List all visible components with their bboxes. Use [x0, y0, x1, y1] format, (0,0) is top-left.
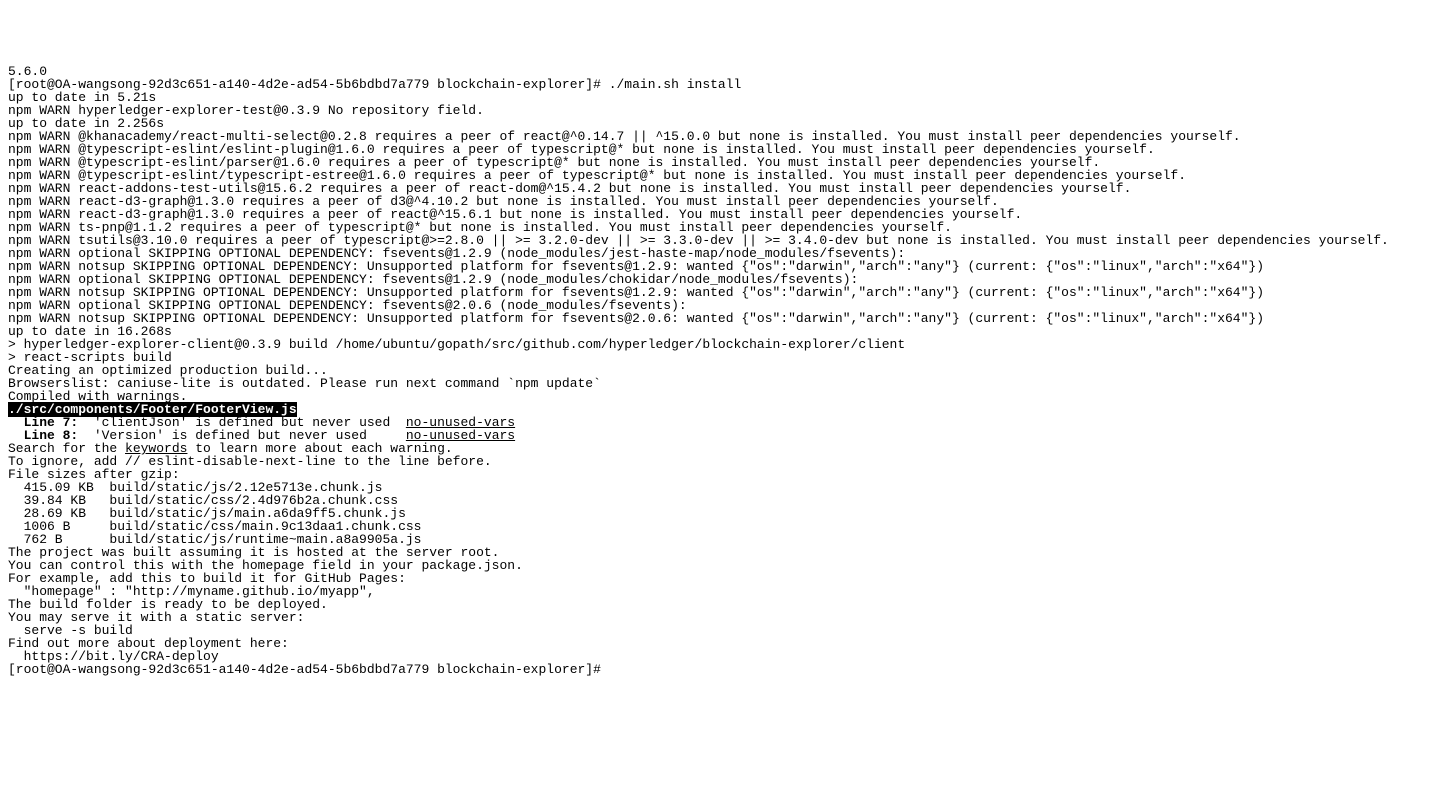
log-line: [root@OA-wangsong-92d3c651-a140-4d2e-ad5…: [8, 78, 1434, 91]
log-line: Find out more about deployment here:: [8, 637, 1434, 650]
log-line: > hyperledger-explorer-client@0.3.9 buil…: [8, 338, 1434, 351]
ignore-line-hint: To ignore, add // eslint-disable-next-li…: [8, 455, 1434, 468]
log-lines: 5.6.0[root@OA-wangsong-92d3c651-a140-4d2…: [8, 65, 1434, 403]
log-line: npm WARN hyperledger-explorer-test@0.3.9…: [8, 104, 1434, 117]
log-line: npm WARN notsup SKIPPING OPTIONAL DEPEND…: [8, 312, 1434, 325]
log-line: [root@OA-wangsong-92d3c651-a140-4d2e-ad5…: [8, 663, 1434, 676]
log-line: Browserslist: caniuse-lite is outdated. …: [8, 377, 1434, 390]
tail-lines: The project was built assuming it is hos…: [8, 546, 1434, 676]
log-line: You may serve it with a static server:: [8, 611, 1434, 624]
file-sizes: 415.09 KB build/static/js/2.12e5713e.chu…: [8, 481, 1434, 546]
terminal-output[interactable]: 5.6.0[root@OA-wangsong-92d3c651-a140-4d2…: [0, 65, 1438, 680]
